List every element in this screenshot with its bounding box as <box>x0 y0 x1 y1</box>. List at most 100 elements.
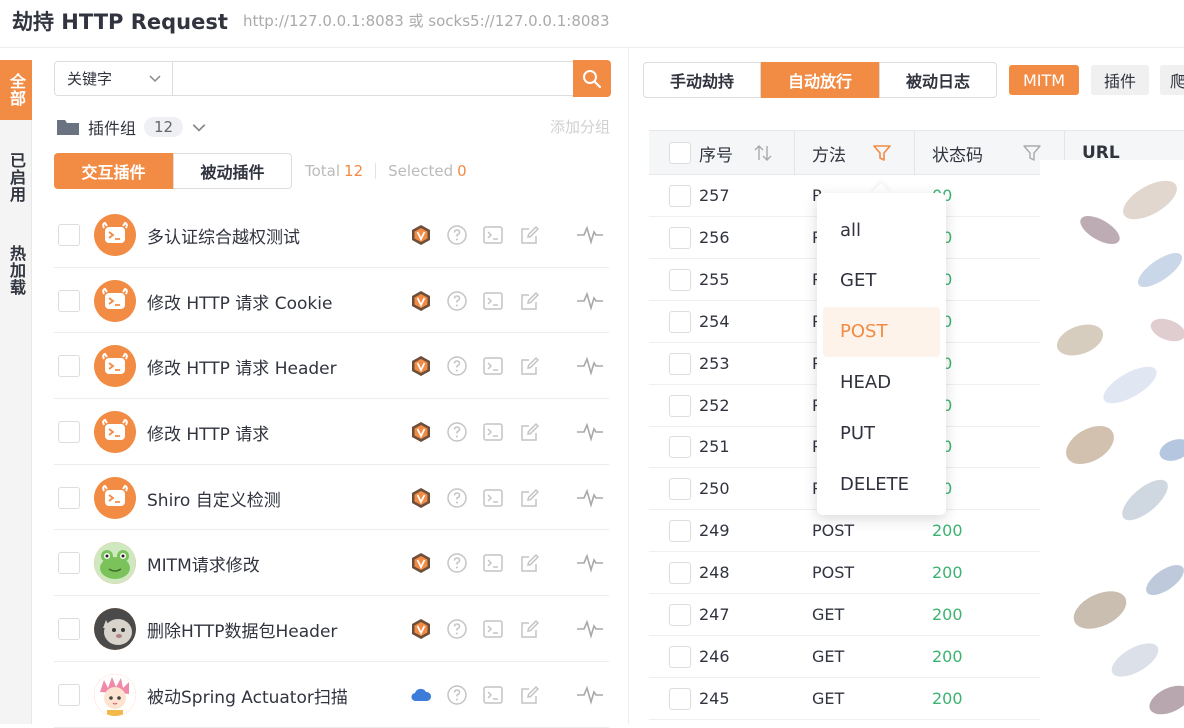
help-icon[interactable] <box>446 224 468 246</box>
terminal-icon[interactable] <box>482 487 504 509</box>
terminal-icon[interactable] <box>482 618 504 640</box>
activity-icon[interactable] <box>576 421 604 443</box>
row-checkbox[interactable] <box>669 520 691 543</box>
tab-interactive-plugins[interactable]: 交互插件 <box>54 153 173 189</box>
tab-all[interactable]: 全部 <box>0 60 32 120</box>
method-filter-dropdown: all GET POST HEAD PUT DELETE <box>817 193 946 515</box>
plugin-totals: Total 12 Selected 0 <box>305 162 467 180</box>
terminal-icon[interactable] <box>482 290 504 312</box>
tab-enabled[interactable]: 已启用 <box>0 142 32 212</box>
method-option-head[interactable]: HEAD <box>823 357 940 407</box>
plugin-name: 多认证综合越权测试 <box>147 228 300 248</box>
help-icon[interactable] <box>446 684 468 706</box>
tab-manual-hijack[interactable]: 手动劫持 <box>643 62 761 98</box>
hexagon-v-icon <box>410 552 432 574</box>
help-icon[interactable] <box>446 618 468 640</box>
tab-passive-log[interactable]: 被动日志 <box>879 62 997 98</box>
plugin-row[interactable]: 多认证综合越权测试 <box>54 202 609 268</box>
plugin-checkbox[interactable] <box>58 683 80 706</box>
help-icon[interactable] <box>446 355 468 377</box>
method-option-put[interactable]: PUT <box>823 408 940 458</box>
method-option-post[interactable]: POST <box>823 306 940 357</box>
help-icon[interactable] <box>446 290 468 312</box>
add-group-link[interactable]: 添加分组 <box>550 116 610 137</box>
row-index: 248 <box>699 563 730 583</box>
edit-icon[interactable] <box>519 618 541 640</box>
method-option-get[interactable]: GET <box>823 256 940 306</box>
row-checkbox[interactable] <box>669 185 691 207</box>
terminal-icon[interactable] <box>482 355 504 377</box>
terminal-icon[interactable] <box>482 684 504 706</box>
edit-icon[interactable] <box>519 224 541 246</box>
divider <box>914 131 915 175</box>
plugin-checkbox[interactable] <box>58 421 80 444</box>
activity-icon[interactable] <box>576 224 604 246</box>
edit-icon[interactable] <box>519 421 541 443</box>
help-icon[interactable] <box>446 487 468 509</box>
row-checkbox[interactable] <box>669 226 691 249</box>
plugin-checkbox[interactable] <box>58 618 80 641</box>
row-checkbox[interactable] <box>669 352 691 375</box>
row-checkbox[interactable] <box>669 310 691 333</box>
row-index: 257 <box>699 186 730 205</box>
edit-icon[interactable] <box>519 487 541 509</box>
plugin-checkbox[interactable] <box>58 552 80 575</box>
plugin-checkbox[interactable] <box>58 355 80 378</box>
row-checkbox[interactable] <box>669 645 691 668</box>
row-checkbox[interactable] <box>669 604 691 626</box>
activity-icon[interactable] <box>576 552 604 574</box>
help-icon[interactable] <box>446 552 468 574</box>
activity-icon[interactable] <box>576 618 604 640</box>
plugin-checkbox[interactable] <box>58 289 80 312</box>
tag-mitm[interactable]: MITM <box>1009 65 1079 95</box>
activity-icon[interactable] <box>576 290 604 312</box>
tag-plugins[interactable]: 插件 <box>1091 65 1149 95</box>
row-checkbox[interactable] <box>669 394 691 417</box>
divider <box>375 163 377 179</box>
row-checkbox[interactable] <box>669 268 691 291</box>
column-status: 状态码 <box>932 145 983 166</box>
terminal-icon[interactable] <box>482 421 504 443</box>
row-checkbox[interactable] <box>669 562 691 585</box>
sort-icon[interactable] <box>753 144 773 162</box>
edit-icon[interactable] <box>519 355 541 377</box>
plugin-group-selector[interactable]: 插件组 12 <box>56 114 207 140</box>
tag-crawler[interactable]: 爬 <box>1160 65 1184 95</box>
select-all-checkbox[interactable] <box>669 142 691 164</box>
tab-passive-plugins[interactable]: 被动插件 <box>173 153 292 189</box>
plugin-checkbox[interactable] <box>58 486 80 509</box>
row-checkbox[interactable] <box>669 436 691 459</box>
edit-icon[interactable] <box>519 290 541 312</box>
tab-auto-forward[interactable]: 自动放行 <box>761 62 879 98</box>
search-input[interactable] <box>172 61 574 96</box>
plugin-avatar <box>94 673 136 716</box>
search-button[interactable] <box>573 60 611 97</box>
terminal-icon[interactable] <box>482 224 504 246</box>
activity-icon[interactable] <box>576 355 604 377</box>
edit-icon[interactable] <box>519 552 541 574</box>
row-method: POST <box>812 521 855 541</box>
filter-icon[interactable] <box>871 142 893 164</box>
method-option-all[interactable]: all <box>823 205 940 255</box>
tab-hot-reload[interactable]: 热加载 <box>0 230 32 310</box>
plugin-row[interactable]: 修改 HTTP 请求 Header <box>54 333 609 400</box>
row-checkbox[interactable] <box>669 687 691 710</box>
row-checkbox[interactable] <box>669 478 691 501</box>
plugin-row[interactable]: 被动Spring Actuator扫描 <box>54 662 609 728</box>
activity-icon[interactable] <box>576 487 604 509</box>
search-type-select[interactable]: 关键字 <box>54 61 172 96</box>
terminal-icon[interactable] <box>482 552 504 574</box>
plugin-row[interactable]: MITM请求修改 <box>54 530 609 597</box>
divider <box>794 131 795 175</box>
plugin-checkbox[interactable] <box>58 224 80 246</box>
row-method: POST <box>812 563 855 583</box>
plugin-row[interactable]: Shiro 自定义检测 <box>54 465 609 531</box>
plugin-row[interactable]: 修改 HTTP 请求 Cookie <box>54 268 609 334</box>
edit-icon[interactable] <box>519 684 541 706</box>
plugin-row[interactable]: 删除HTTP数据包Header <box>54 596 609 662</box>
plugin-row[interactable]: 修改 HTTP 请求 <box>54 399 609 465</box>
help-icon[interactable] <box>446 421 468 443</box>
method-option-delete[interactable]: DELETE <box>823 459 940 509</box>
activity-icon[interactable] <box>576 684 604 706</box>
row-status: 200 <box>932 646 963 666</box>
